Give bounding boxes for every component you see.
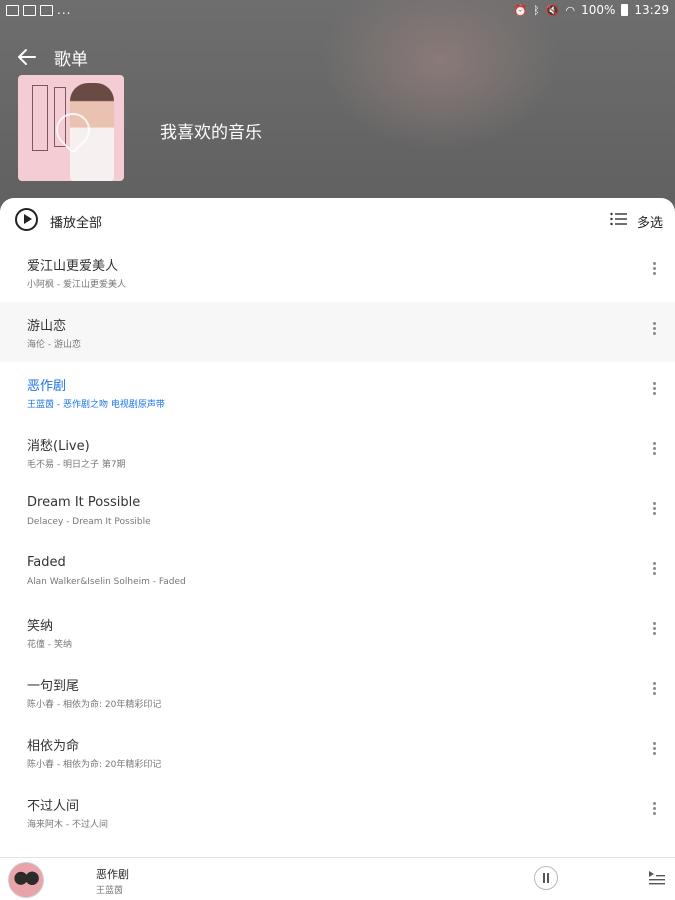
list-item[interactable]: 游山恋 海伦 - 游山恋 — [0, 302, 675, 362]
multi-select-button[interactable]: 多选 — [637, 212, 663, 231]
song-subtitle: 毛不易 - 明日之子 第7期 — [27, 460, 126, 470]
more-vertical-icon[interactable] — [646, 320, 662, 342]
now-playing-artist: 王蓝茵 — [96, 886, 124, 896]
song-title: Faded — [27, 555, 66, 570]
song-subtitle: Delacey - Dream It Possible — [27, 517, 151, 527]
song-title: 游山恋 — [27, 319, 67, 334]
gmail-icon — [40, 4, 53, 16]
song-title: Dream It Possible — [27, 495, 141, 510]
alarm-icon: ⏰ — [513, 3, 528, 17]
list-toolbar: 播放全部 多选 — [0, 198, 675, 242]
song-subtitle: 海伦 - 游山恋 — [27, 340, 81, 350]
list-item-now-playing[interactable]: 恶作剧 王蓝茵 - 恶作剧之吻 电视剧原声带 — [0, 362, 675, 422]
mail-icon — [6, 4, 19, 16]
playlist-name: 我喜欢的音乐 — [160, 123, 262, 143]
play-all-button[interactable]: 播放全部 — [50, 212, 102, 231]
song-list: 爱江山更爱美人 小阿枫 - 爱江山更爱美人 游山恋 海伦 - 游山恋 恶作剧 王… — [0, 242, 675, 842]
song-subtitle: Alan Walker&Iselin Solheim - Faded — [27, 577, 186, 587]
more-notifications: ... — [57, 3, 72, 17]
list-item[interactable]: 相依为命 陈小春 - 相依为命: 20年精彩印记 — [0, 722, 675, 782]
list-item[interactable]: Dream It Possible Delacey - Dream It Pos… — [0, 482, 675, 542]
list-item[interactable]: Faded Alan Walker&Iselin Solheim - Faded — [0, 542, 675, 602]
song-subtitle: 陈小春 - 相依为命: 20年精彩印记 — [27, 700, 162, 710]
more-vertical-icon[interactable] — [646, 560, 662, 582]
list-item[interactable]: 一句到尾 陈小春 - 相依为命: 20年精彩印记 — [0, 662, 675, 722]
song-subtitle: 王蓝茵 - 恶作剧之吻 电视剧原声带 — [27, 400, 165, 410]
more-vertical-icon[interactable] — [646, 260, 662, 282]
song-subtitle: 花僮 - 笑纳 — [27, 640, 72, 650]
song-subtitle: 海来阿木 - 不过人间 — [27, 820, 108, 830]
song-title: 恶作剧 — [27, 379, 67, 394]
mini-player[interactable]: 恶作剧 王蓝茵 — [0, 857, 675, 900]
bluetooth-icon: ᛒ — [533, 3, 540, 17]
more-vertical-icon[interactable] — [646, 380, 662, 402]
song-title: 爱江山更爱美人 — [27, 259, 119, 274]
song-title: 消愁(Live) — [27, 439, 90, 454]
song-title: 笑纳 — [27, 619, 54, 634]
list-item[interactable]: 不过人间 海来阿木 - 不过人间 — [0, 782, 675, 842]
list-item[interactable]: 消愁(Live) 毛不易 - 明日之子 第7期 — [0, 422, 675, 482]
song-title: 相依为命 — [27, 739, 80, 754]
now-playing-avatar[interactable] — [8, 862, 44, 898]
more-vertical-icon[interactable] — [646, 800, 662, 822]
battery-icon — [621, 4, 629, 16]
more-vertical-icon[interactable] — [646, 500, 662, 522]
playlist-header: ... ⏰ ᛒ 🔇 ◠ 100% 13:29 歌单 我喜欢的音乐 — [0, 0, 675, 230]
now-playing-title: 恶作剧 — [96, 868, 129, 881]
more-vertical-icon[interactable] — [646, 680, 662, 702]
mute-icon: 🔇 — [545, 3, 560, 17]
song-title: 一句到尾 — [27, 679, 80, 694]
page-title: 歌单 — [54, 50, 88, 70]
more-vertical-icon[interactable] — [646, 440, 662, 462]
battery-percent: 100% — [581, 3, 616, 17]
list-item[interactable]: 爱江山更爱美人 小阿枫 - 爱江山更爱美人 — [0, 242, 675, 302]
playlist-queue-icon[interactable] — [648, 870, 666, 886]
more-vertical-icon[interactable] — [646, 620, 662, 642]
back-arrow-icon[interactable] — [14, 44, 40, 70]
song-subtitle: 小阿枫 - 爱江山更爱美人 — [27, 280, 126, 290]
song-title: 不过人间 — [27, 799, 80, 814]
image-icon — [23, 4, 36, 16]
list-item[interactable]: 笑纳 花僮 - 笑纳 — [0, 602, 675, 662]
more-vertical-icon[interactable] — [646, 740, 662, 762]
clock: 13:29 — [634, 3, 669, 17]
song-subtitle: 陈小春 - 相依为命: 20年精彩印记 — [27, 760, 162, 770]
play-circle-icon[interactable] — [15, 208, 38, 231]
wifi-icon: ◠ — [565, 3, 576, 17]
pause-icon[interactable] — [534, 866, 558, 890]
song-panel: 播放全部 多选 爱江山更爱美人 小阿枫 - 爱江山更爱美人 游山恋 海伦 - 游… — [0, 198, 675, 858]
list-select-icon[interactable] — [610, 212, 627, 226]
status-bar: ... ⏰ ᛒ 🔇 ◠ 100% 13:29 — [0, 0, 675, 22]
playlist-cover[interactable] — [18, 75, 124, 181]
